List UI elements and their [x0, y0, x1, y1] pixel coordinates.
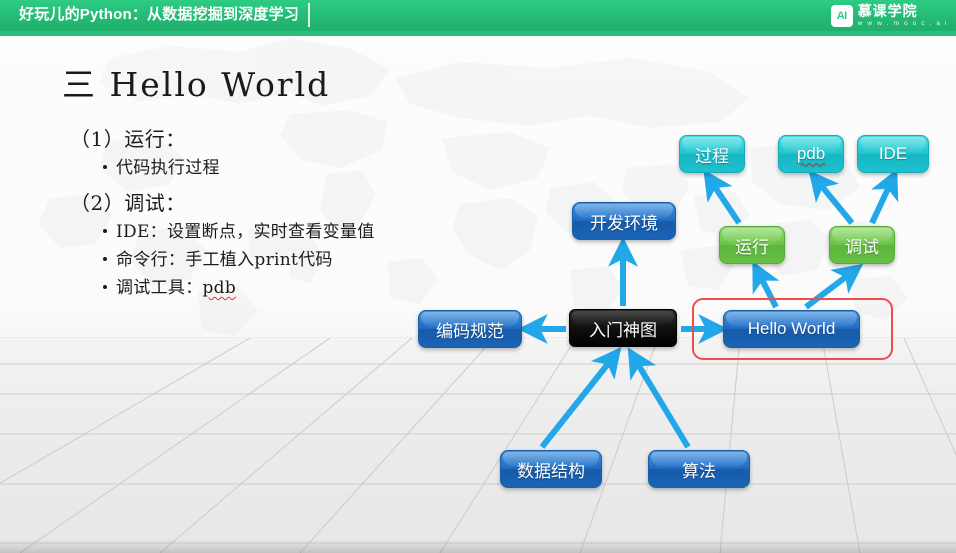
- node-label: 开发环境: [590, 213, 658, 233]
- node-label: 编码规范: [436, 321, 504, 341]
- node-data-structure[interactable]: 数据结构: [500, 450, 602, 488]
- node-hello-world[interactable]: Hello World: [723, 310, 860, 348]
- node-dev-environment[interactable]: 开发环境: [572, 202, 676, 240]
- diagram-arrows: [517, 168, 899, 449]
- slide-canvas: 好玩儿的Python：从数据挖掘到深度学习 AI 慕课学院 w w w . m …: [0, 0, 956, 553]
- node-coding-standards[interactable]: 编码规范: [418, 310, 522, 348]
- mindmap-diagram: 过程 pdb IDE 开发环境 运行 调试 编码规范 入门神图 Hello Wo…: [0, 0, 956, 553]
- node-label: 数据结构: [517, 461, 585, 481]
- node-label: 运行: [735, 237, 769, 257]
- node-label: Hello World: [747, 319, 836, 338]
- node-pdb[interactable]: pdb: [778, 135, 844, 173]
- node-label: 调试: [845, 237, 879, 257]
- node-label: IDE: [878, 144, 908, 163]
- node-process[interactable]: 过程: [679, 135, 745, 173]
- node-run[interactable]: 运行: [719, 226, 785, 264]
- node-label: 入门神图: [589, 320, 657, 340]
- node-label: pdb: [796, 144, 826, 163]
- node-debug[interactable]: 调试: [829, 226, 895, 264]
- node-algorithm[interactable]: 算法: [648, 450, 750, 488]
- node-label: 过程: [695, 146, 729, 166]
- node-center-title[interactable]: 入门神图: [569, 309, 677, 347]
- node-label: 算法: [682, 461, 716, 481]
- node-ide[interactable]: IDE: [857, 135, 929, 173]
